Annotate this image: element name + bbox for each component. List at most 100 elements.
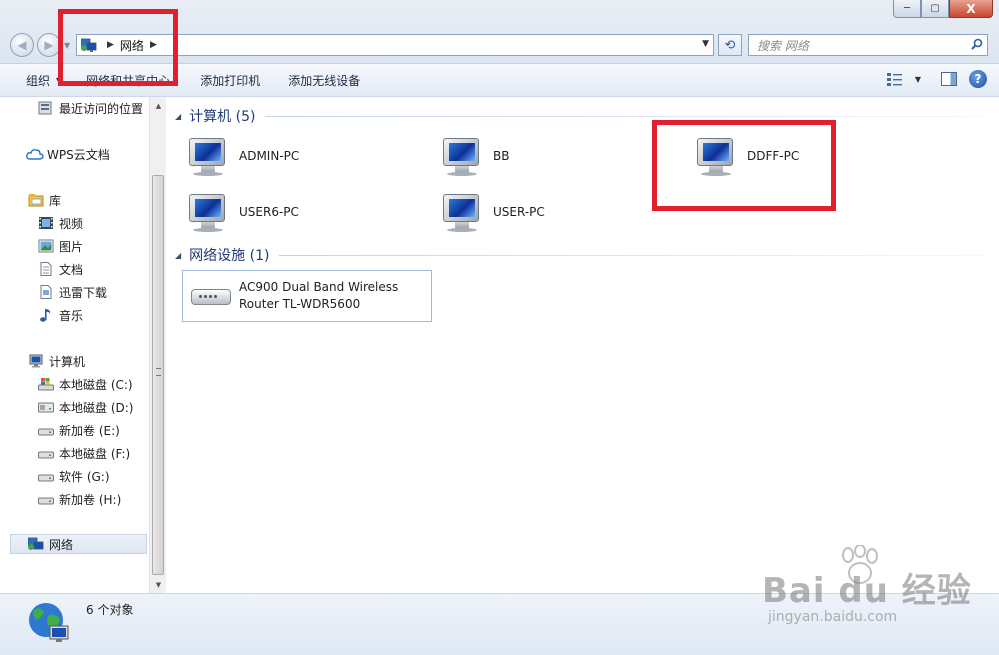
chevron-right-icon[interactable]: ▶ <box>150 40 157 50</box>
group-divider <box>279 255 987 256</box>
sidebar-item-wps-cloud[interactable]: WPS云文档 <box>26 144 110 164</box>
sidebar-item-videos[interactable]: 视频 <box>38 213 83 233</box>
sidebar-item-drive-f[interactable]: 本地磁盘 (F:) <box>38 443 130 463</box>
system-drive-icon <box>38 377 54 391</box>
group-divider <box>265 116 987 117</box>
network-icon <box>80 38 97 52</box>
navigation-pane: 最近访问的位置 WPS云文档 库 视频 图片 文档 迅雷下载 音乐 计算机 本地… <box>0 97 149 593</box>
sidebar-item-recent-places[interactable]: 最近访问的位置 <box>38 98 143 118</box>
group-header-infrastructure[interactable]: ◢ 网络设施 (1) <box>175 245 269 265</box>
search-input[interactable]: 搜索 网络 <box>748 34 988 56</box>
maximize-button[interactable]: ▢ <box>921 0 949 18</box>
computer-icon <box>185 192 231 232</box>
sidebar-item-drive-d[interactable]: 本地磁盘 (D:) <box>38 397 133 417</box>
computer-item[interactable]: USER-PC <box>439 190 545 234</box>
router-device-item[interactable]: AC900 Dual Band Wireless Router TL-WDR56… <box>182 270 432 322</box>
collapse-triangle-icon[interactable]: ◢ <box>175 112 181 121</box>
computer-name: BB <box>493 149 510 163</box>
drive-icon <box>38 400 54 414</box>
sidebar-item-drive-e[interactable]: 新加卷 (E:) <box>38 420 120 440</box>
collapse-triangle-icon[interactable]: ◢ <box>175 251 181 260</box>
sidebar-item-label: 视频 <box>59 216 84 231</box>
arrow-left-icon: ◀ <box>17 38 27 52</box>
title-bar: ─ ▢ X ◀ ▶ ▼ ▶ 网络 ▶ ▼ ⟲ 搜索 网络 <box>0 0 999 64</box>
forward-button[interactable]: ▶ <box>37 33 61 57</box>
sidebar-item-thunder-download[interactable]: 迅雷下载 <box>38 282 107 302</box>
network-icon <box>27 537 44 551</box>
scrollbar-thumb[interactable] <box>152 175 164 575</box>
sidebar-item-label: 计算机 <box>49 354 86 369</box>
device-name: AC900 Dual Band Wireless Router TL-WDR56… <box>239 279 398 313</box>
sidebar-item-documents[interactable]: 文档 <box>38 259 83 279</box>
sidebar-item-network[interactable]: 网络 <box>10 534 147 554</box>
search-icon[interactable] <box>971 38 983 50</box>
grip-icon <box>156 368 161 376</box>
scroll-down-arrow-icon[interactable]: ▼ <box>150 576 167 593</box>
sidebar-item-drive-c[interactable]: 本地磁盘 (C:) <box>38 374 133 394</box>
breadcrumb-network[interactable]: 网络 <box>120 37 144 54</box>
sidebar-item-label: 本地磁盘 (D:) <box>59 400 134 415</box>
computer-name: USER6-PC <box>239 205 299 219</box>
network-globe-icon <box>29 603 69 642</box>
address-bar[interactable]: ▶ 网络 ▶ ▼ <box>76 34 714 56</box>
computer-icon <box>439 192 485 232</box>
sidebar-item-label: WPS云文档 <box>47 147 110 162</box>
organize-menu[interactable]: 组织 ▼ <box>14 64 74 97</box>
sidebar-item-label: 库 <box>49 193 62 208</box>
arrow-right-icon: ▶ <box>44 38 54 52</box>
change-view-icon[interactable] <box>886 72 903 86</box>
sidebar-item-drive-h[interactable]: 新加卷 (H:) <box>38 489 121 509</box>
navigation-pane-scrollbar[interactable]: ▲ ▼ <box>149 97 166 593</box>
sidebar-item-label: 新加卷 (H:) <box>59 492 122 507</box>
chevron-down-icon[interactable]: ▼ <box>915 75 921 84</box>
chevron-down-icon: ▼ <box>56 75 63 85</box>
add-printer-button[interactable]: 添加打印机 <box>188 64 272 97</box>
network-sharing-center-button[interactable]: 网络和共享中心 <box>74 64 182 97</box>
sidebar-item-pictures[interactable]: 图片 <box>38 236 83 256</box>
group-header-computers[interactable]: ◢ 计算机 (5) <box>175 106 255 126</box>
sidebar-item-label: 本地磁盘 (C:) <box>59 377 133 392</box>
chevron-down-icon[interactable]: ▼ <box>702 39 709 49</box>
scroll-up-arrow-icon[interactable]: ▲ <box>150 97 167 114</box>
help-icon[interactable]: ? <box>969 70 987 88</box>
drive-icon <box>38 492 54 506</box>
music-icon <box>38 308 54 322</box>
recent-pages-dropdown[interactable]: ▼ <box>64 41 70 50</box>
computer-item[interactable]: DDFF-PC <box>693 134 799 178</box>
computer-item[interactable]: USER6-PC <box>185 190 299 234</box>
computer-item[interactable]: BB <box>439 134 509 178</box>
item-count: 6 个对象 <box>86 603 134 617</box>
computer-item[interactable]: ADMIN-PC <box>185 134 299 178</box>
back-button[interactable]: ◀ <box>10 33 34 57</box>
minimize-button[interactable]: ─ <box>893 0 921 18</box>
watermark-url: jingyan.baidu.com <box>768 609 898 625</box>
refresh-button[interactable]: ⟲ <box>718 34 742 56</box>
refresh-icon: ⟲ <box>724 37 736 53</box>
router-icon <box>189 281 233 311</box>
organize-label: 组织 <box>26 73 51 88</box>
cloud-icon <box>26 147 44 161</box>
library-icon <box>28 193 44 207</box>
computer-icon <box>185 136 231 176</box>
computer-name: ADMIN-PC <box>239 149 300 163</box>
computer-icon <box>693 136 739 176</box>
add-wireless-device-button[interactable]: 添加无线设备 <box>276 64 372 97</box>
sidebar-item-label: 网络 <box>49 537 74 552</box>
video-icon <box>38 216 54 230</box>
sidebar-item-drive-g[interactable]: 软件 (G:) <box>38 466 110 486</box>
drive-icon <box>38 446 54 460</box>
sidebar-item-label: 新加卷 (E:) <box>59 423 120 438</box>
sidebar-item-label: 迅雷下载 <box>59 285 108 300</box>
sidebar-item-computer[interactable]: 计算机 <box>28 351 85 371</box>
computer-icon <box>439 136 485 176</box>
sidebar-item-libraries[interactable]: 库 <box>28 190 61 210</box>
close-button[interactable]: X <box>949 0 993 18</box>
preview-pane-icon[interactable] <box>941 72 957 86</box>
baidu-watermark: Bai du 经验 jingyan.baidu.com <box>762 545 992 635</box>
sidebar-item-label: 音乐 <box>59 308 84 323</box>
file-list: ◢ 计算机 (5) ADMIN-PC BB DDFF-PC USER6-PC U… <box>167 97 999 593</box>
group-title: 计算机 (5) <box>189 109 256 125</box>
chevron-right-icon[interactable]: ▶ <box>107 40 114 50</box>
sidebar-item-music[interactable]: 音乐 <box>38 305 83 325</box>
computer-name: DDFF-PC <box>747 149 800 163</box>
